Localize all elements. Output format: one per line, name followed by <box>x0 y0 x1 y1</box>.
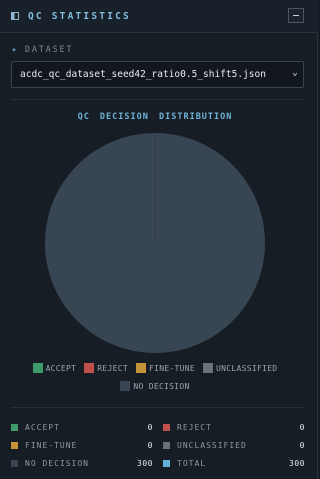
legend-swatch <box>84 363 95 373</box>
legend-label: UNCLASSIFIED <box>216 363 278 373</box>
stat-label: ACCEPT <box>25 423 60 432</box>
legend-label: ACCEPT <box>45 363 77 373</box>
status-dot <box>163 424 170 431</box>
stat-label: TOTAL <box>177 459 207 468</box>
status-dot <box>11 442 18 449</box>
legend-swatch <box>32 363 43 373</box>
stat-label: REJECT <box>177 423 212 432</box>
stat-value: 300 <box>137 459 153 468</box>
stat-label: FINE-TUNE <box>25 441 78 450</box>
legend-item-accept[interactable]: ACCEPT <box>32 363 77 373</box>
status-dot <box>11 460 18 467</box>
stat-value: 300 <box>289 459 305 468</box>
stat-value: 0 <box>147 423 153 432</box>
chart-legend: ACCEPT REJECT FINE-TUNE UNCLASSIFIED NO … <box>0 359 310 395</box>
stat-value: 0 <box>299 441 305 450</box>
legend-label: NO DECISION <box>133 381 190 391</box>
divider <box>11 407 304 408</box>
legend-item-reject[interactable]: REJECT <box>84 363 128 373</box>
legend-swatch <box>203 363 214 373</box>
stat-value: 0 <box>147 441 153 450</box>
legend-swatch <box>135 363 146 373</box>
stat-value: 0 <box>299 423 305 432</box>
status-dot <box>163 442 170 449</box>
stat-label: UNCLASSIFIED <box>177 441 247 450</box>
legend-item-no-decision[interactable]: NO DECISION <box>120 381 189 391</box>
stat-label: NO DECISION <box>25 459 89 468</box>
qc-statistics-panel: QC STATISTICS ▸ DATASET acdc_qc_dataset_s… <box>0 0 318 479</box>
legend-label: REJECT <box>97 363 128 373</box>
status-dot <box>11 424 18 431</box>
legend-item-unclassified[interactable]: UNCLASSIFIED <box>203 363 277 373</box>
legend-swatch <box>120 381 131 391</box>
legend-label: FINE-TUNE <box>148 363 196 373</box>
legend-item-fine-tune[interactable]: FINE-TUNE <box>135 363 196 373</box>
status-dot <box>163 460 170 467</box>
pie-chart <box>45 133 265 353</box>
